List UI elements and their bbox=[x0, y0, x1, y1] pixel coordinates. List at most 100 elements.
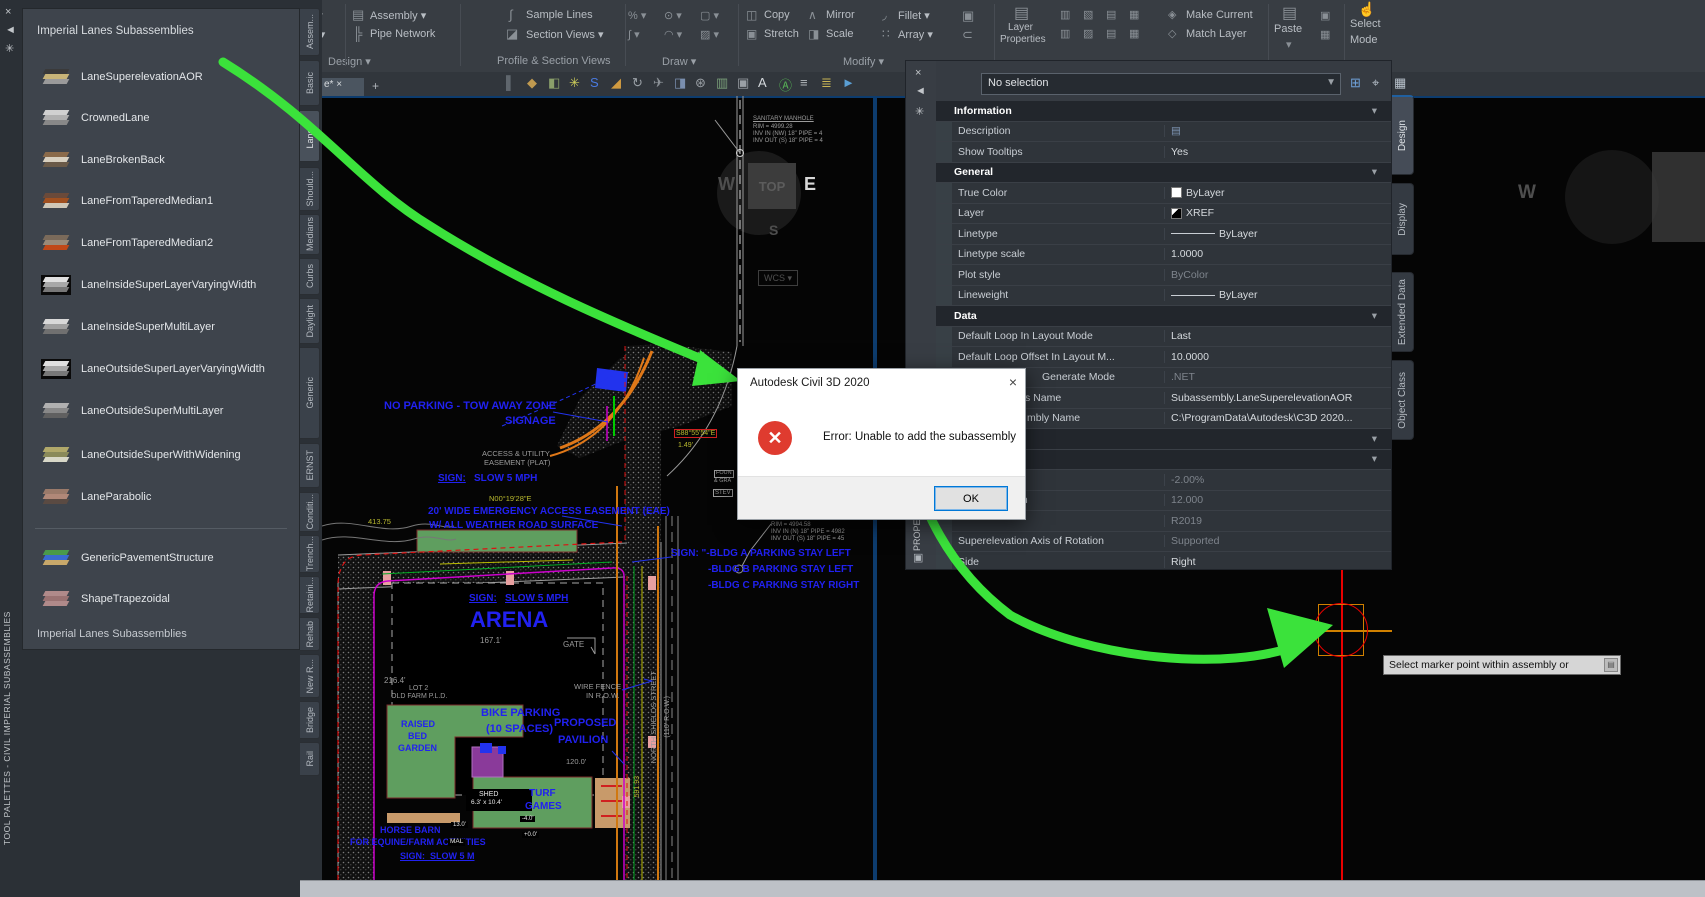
property-value[interactable]: Yes bbox=[1164, 145, 1391, 158]
ribbon-icon[interactable]: ◞ bbox=[882, 8, 887, 22]
ribbon-icon[interactable]: ▤ bbox=[1014, 3, 1029, 23]
ribbon-icon[interactable]: ▥ bbox=[1060, 8, 1070, 21]
close-icon[interactable]: × bbox=[915, 67, 921, 79]
ribbon-button[interactable]: Layer bbox=[1008, 22, 1033, 33]
ribbon-icon[interactable]: ▤ bbox=[1282, 3, 1297, 23]
property-value[interactable]: C:\ProgramData\Autodesk\C3D 2020... bbox=[1164, 412, 1391, 425]
ribbon-icon[interactable]: ∫ ▾ bbox=[628, 28, 640, 41]
property-value[interactable]: -2.00% bbox=[1164, 473, 1391, 486]
property-value[interactable]: ByLayer bbox=[1164, 186, 1391, 199]
property-value[interactable]: Last bbox=[1164, 330, 1391, 343]
viewcube-top-face[interactable]: TOP bbox=[748, 163, 796, 209]
property-value[interactable]: Subassembly.LaneSuperelevationAOR bbox=[1164, 391, 1391, 404]
ribbon-icon[interactable]: ▢ ▾ bbox=[700, 9, 719, 22]
ribbon-button[interactable]: Stretch bbox=[764, 28, 799, 40]
toolbar-icon[interactable]: Ⓐ bbox=[779, 75, 792, 94]
toolbar-icon[interactable]: ▥ bbox=[716, 75, 728, 91]
ribbon-button[interactable]: Fillet ▾ bbox=[898, 9, 930, 22]
toolbar-icon[interactable]: ◢ bbox=[611, 75, 621, 91]
ribbon-button[interactable]: Array ▾ bbox=[898, 28, 933, 41]
ribbon-icon[interactable]: ▾ bbox=[1286, 38, 1292, 51]
toolbar-icon[interactable]: A bbox=[758, 75, 767, 90]
ribbon-icon[interactable]: ▤ bbox=[352, 7, 364, 23]
toolbar-icon[interactable]: ↻ bbox=[632, 75, 643, 91]
viewcube-east[interactable]: E bbox=[804, 174, 816, 195]
ribbon-button[interactable]: Assembly ▾ bbox=[370, 9, 426, 22]
ribbon-button[interactable]: Properties bbox=[1000, 34, 1046, 45]
chevron-down-icon[interactable]: ▾ bbox=[1372, 166, 1377, 178]
ribbon-button[interactable]: Sample Lines bbox=[526, 9, 593, 21]
viewcube-south[interactable]: S bbox=[769, 222, 778, 238]
chevron-down-icon[interactable]: ▾ bbox=[1372, 433, 1377, 445]
tab-lanes[interactable]: Lanes bbox=[300, 110, 320, 162]
tab-rail[interactable]: Rail bbox=[300, 742, 320, 776]
property-value[interactable]: ByLayer bbox=[1164, 289, 1391, 302]
tab-design[interactable]: Design bbox=[1392, 95, 1414, 175]
tab-display[interactable]: Display bbox=[1392, 183, 1414, 255]
ribbon-icon[interactable]: ☝ bbox=[1358, 1, 1375, 18]
ribbon-button[interactable]: Copy bbox=[764, 9, 790, 21]
ribbon-icon[interactable]: ▤ bbox=[1106, 8, 1116, 21]
ribbon-button[interactable]: Mirror bbox=[826, 9, 855, 21]
tab-rehab[interactable]: Rehab bbox=[300, 617, 320, 651]
toolbar-icon[interactable]: ✳ bbox=[569, 75, 580, 91]
property-value[interactable]: 12.000 bbox=[1164, 494, 1391, 507]
select-objects-icon[interactable]: ⌖ bbox=[1372, 75, 1379, 91]
toolbar-icon[interactable]: ⊛ bbox=[695, 75, 706, 91]
toolbar-icon[interactable]: ◨ bbox=[674, 75, 686, 91]
ribbon-button[interactable]: Mode bbox=[1350, 34, 1378, 46]
ribbon-button[interactable]: Pipe Network bbox=[370, 28, 435, 40]
property-section-header[interactable]: Data ▾ bbox=[936, 306, 1391, 327]
ribbon-button[interactable]: Section Views ▾ bbox=[526, 28, 603, 41]
ribbon-icon[interactable]: ▣ bbox=[746, 27, 757, 41]
ribbon-icon[interactable]: ∷ bbox=[882, 27, 890, 41]
ribbon-icon[interactable]: ▧ bbox=[1083, 8, 1093, 21]
toggle-pickadd-icon[interactable]: ⊞ bbox=[1350, 75, 1361, 91]
autohide-icon[interactable]: ◄ bbox=[915, 85, 926, 97]
ribbon-icon[interactable]: ▨ bbox=[1083, 27, 1093, 40]
tab-should[interactable]: Should... bbox=[300, 167, 320, 211]
ribbon-icon[interactable]: ⊙ ▾ bbox=[664, 9, 682, 22]
ribbon-icon[interactable]: ▨ ▾ bbox=[700, 28, 719, 41]
property-value[interactable]: Supported bbox=[1164, 535, 1391, 548]
ribbon-icon[interactable]: ▣ bbox=[962, 8, 974, 24]
tab-extended-data[interactable]: Extended Data bbox=[1392, 272, 1414, 352]
ribbon-button[interactable]: Select bbox=[1350, 18, 1381, 30]
tab-new-r[interactable]: New R... bbox=[300, 654, 320, 698]
tab-ernst[interactable]: ERNST bbox=[300, 443, 320, 488]
chevron-down-icon[interactable]: ▾ bbox=[1372, 105, 1377, 117]
toolbar-icon[interactable]: ✈ bbox=[653, 75, 664, 91]
ribbon-icon[interactable]: ▦ bbox=[1320, 28, 1330, 41]
tab-medians[interactable]: Medians bbox=[300, 214, 320, 255]
ribbon-icon[interactable]: ∧ bbox=[808, 8, 817, 22]
property-value[interactable]: ByColor bbox=[1164, 268, 1391, 281]
property-value[interactable]: ByLayer bbox=[1164, 227, 1391, 240]
new-tab-button[interactable]: + bbox=[372, 79, 379, 93]
property-section-header[interactable]: General ▾ bbox=[936, 162, 1391, 183]
tab-trench[interactable]: Trench... bbox=[300, 535, 320, 573]
ribbon-icon[interactable]: ▦ bbox=[1129, 27, 1139, 40]
chevron-down-icon[interactable]: ▾ bbox=[1372, 453, 1377, 465]
toolbar-icon[interactable]: ▣ bbox=[737, 75, 749, 91]
drawing-file-tab[interactable]: e* × bbox=[320, 78, 364, 96]
property-value[interactable]: R2019 bbox=[1164, 514, 1391, 527]
toolbar-icon[interactable]: ◆ bbox=[527, 75, 537, 91]
chevron-down-icon[interactable]: ▾ bbox=[1372, 310, 1377, 322]
property-value[interactable]: .NET bbox=[1164, 371, 1391, 384]
ribbon-icon[interactable]: ▦ bbox=[1129, 8, 1139, 21]
property-value[interactable]: XREF bbox=[1164, 207, 1391, 220]
gear-icon[interactable]: ✳ bbox=[915, 105, 924, 118]
tab-conditi[interactable]: Conditi... bbox=[300, 492, 320, 532]
ribbon-icon[interactable]: ⊂ bbox=[962, 27, 973, 43]
tab-bridge[interactable]: Bridge bbox=[300, 701, 320, 739]
close-icon[interactable]: × bbox=[5, 6, 11, 18]
quick-select-icon[interactable]: ▦ bbox=[1394, 75, 1406, 91]
tab-basic[interactable]: Basic bbox=[300, 60, 320, 106]
ribbon-icon[interactable]: ◪ bbox=[506, 26, 518, 42]
toolbar-icon[interactable]: S bbox=[590, 75, 599, 90]
tab-object-class[interactable]: Object Class bbox=[1392, 360, 1414, 440]
ribbon-icon[interactable]: % ▾ bbox=[628, 9, 646, 22]
ribbon-button[interactable]: Paste bbox=[1274, 23, 1302, 35]
tab-assem[interactable]: Assem... bbox=[300, 8, 320, 56]
ribbon-button[interactable]: Make Current bbox=[1186, 9, 1253, 21]
